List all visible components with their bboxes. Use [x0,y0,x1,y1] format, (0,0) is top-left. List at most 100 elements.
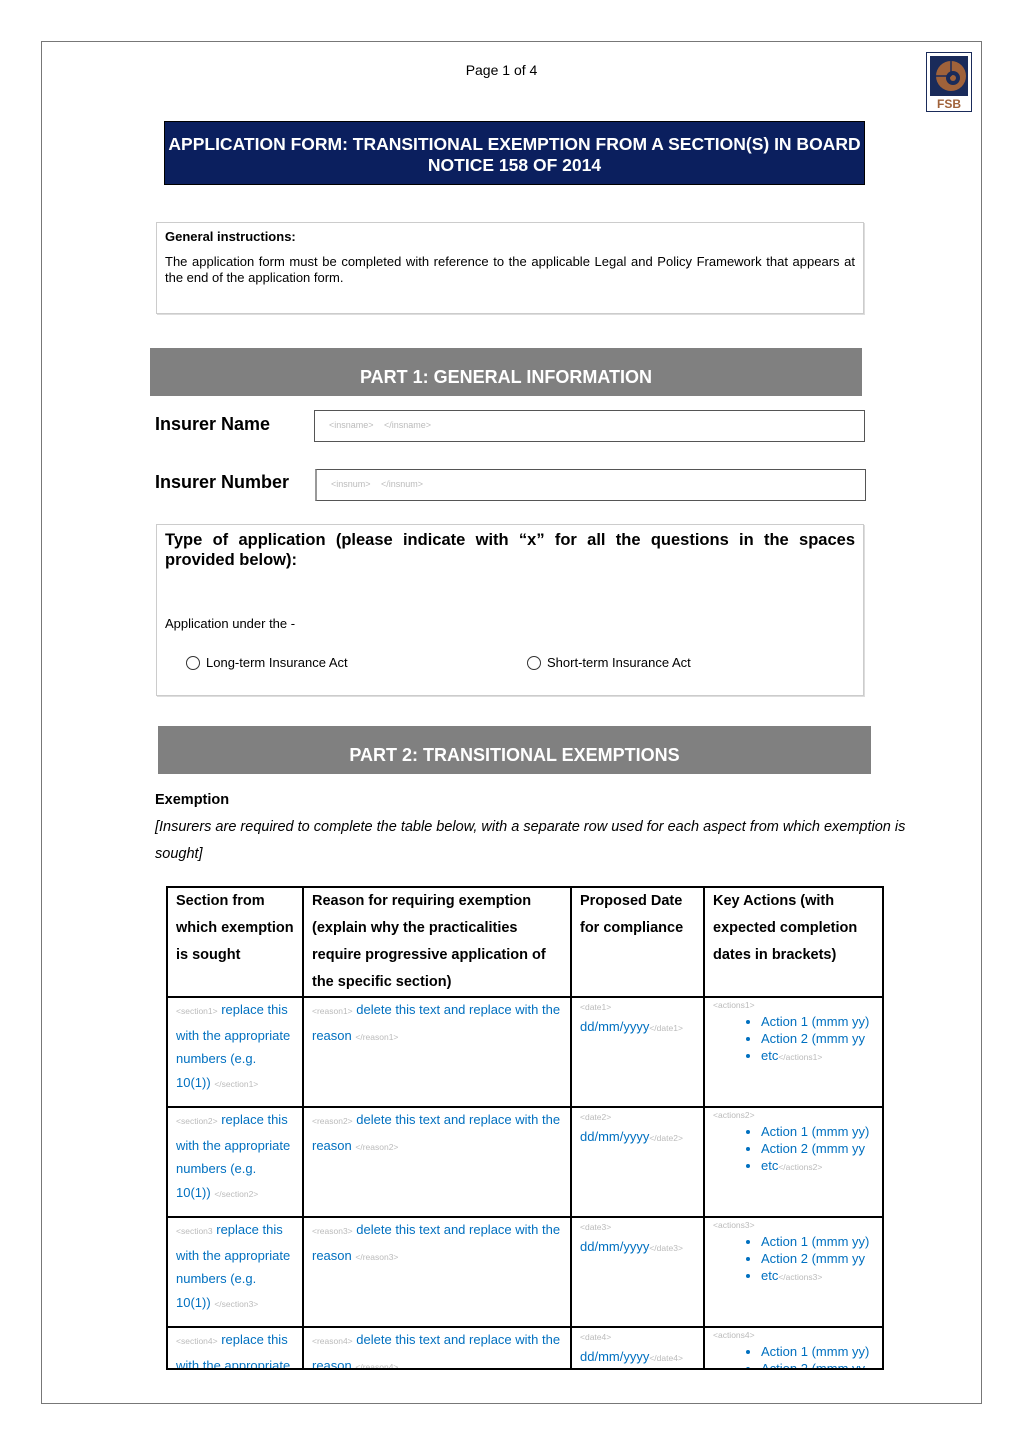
action-item: Action 1 (mmm yy) [761,1344,874,1360]
tag-marker: </date1> [649,1023,683,1033]
instructions-heading: General instructions: [165,229,296,244]
tag-marker: <actions1> [713,1000,755,1010]
tag-marker: <reason2> [312,1116,353,1126]
actions-cell[interactable]: <actions3> Action 1 (mmm yy) Action 2 (mmm… [703,1216,884,1328]
action-item: Action 2 (mmm yy [761,1251,874,1267]
date-cell[interactable]: <date3> dd/mm/yyyy</date3> [570,1216,705,1328]
action-item: etc</actions2> [761,1158,874,1175]
section-cell[interactable]: <section2> replace this with the appropr… [166,1106,304,1218]
radio-label: Short-term Insurance Act [547,655,691,670]
tag-marker: <actions2> [713,1110,755,1120]
date-text: dd/mm/yyyy [580,1349,650,1364]
form-title: APPLICATION FORM: TRANSITIONAL EXEMPTION… [164,121,865,185]
date-cell[interactable]: <date2> dd/mm/yyyy</date2> [570,1106,705,1218]
page-number: Page 1 of 4 [465,62,538,78]
action-item: Action 1 (mmm yy) [761,1124,874,1140]
col-header-section: Section from which exemption is sought [166,886,304,998]
section-cell[interactable]: <section1> replace this with the appropr… [166,996,304,1108]
svg-text:FSB: FSB [937,97,961,111]
action-item: Action 2 (mmm yy [761,1141,874,1157]
general-instructions: General instructions: The application fo… [156,222,864,314]
date-text: dd/mm/yyyy [580,1129,650,1144]
tag-marker: <date3> [580,1222,612,1232]
insurer-name-label: Insurer Name [155,414,271,434]
tag-marker: </date3> [649,1243,683,1253]
exemption-table: Section from which exemption is sought R… [166,886,884,1370]
tag-marker: <actions4> [713,1330,755,1340]
section-cell[interactable]: <section4> replace this with the appropr… [166,1326,304,1370]
actions-cell[interactable]: <actions2> Action 1 (mmm yy) Action 2 (mmm… [703,1106,884,1218]
tag-marker: <date2> [580,1112,612,1122]
actions-list: Action 1 (mmm yy) Action 2 (mmm yyetc</ac… [713,1124,874,1175]
tag-marker: <date1> [580,1002,612,1012]
reason-cell[interactable]: <reason3> delete this text and replace w… [302,1216,572,1328]
reason-cell[interactable]: <reason1> delete this text and replace w… [302,996,572,1108]
action-text: Action 1 (mmm yy) [761,1344,870,1359]
tag-marker: <section1> [176,1006,218,1016]
tag-marker: </section1> [214,1078,259,1089]
actions-cell[interactable]: <actions4> Action 1 (mmm yy) Action 2 (mmm… [703,1326,884,1370]
date-text: dd/mm/yyyy [580,1239,650,1254]
action-text: etc [761,1268,779,1283]
tag-marker: </section2> [214,1188,259,1199]
col-header-actions: Key Actions (with expected completion da… [703,886,884,998]
tag-marker: </date4> [649,1353,683,1363]
tag-marker: <date4> [580,1332,612,1342]
section-cell[interactable]: <section3 replace this with the appropri… [166,1216,304,1328]
action-item: etc</actions3> [761,1268,874,1285]
action-text: etc [761,1048,779,1063]
action-text: Action 2 (mmm yy [761,1031,866,1046]
actions-list: Action 1 (mmm yy) Action 2 (mmm yy etc</ac… [713,1014,874,1065]
date-cell[interactable]: <date1> dd/mm/yyyy</date1> [570,996,705,1108]
action-text: Action 1 (mmm yy) [761,1234,870,1249]
application-type-section: Type of application (please indicate wit… [156,524,864,696]
date-cell[interactable]: <date4> dd/mm/yyyy</date4> [570,1326,705,1370]
table-row: <section1> replace this with the appropr… [166,996,884,1108]
exemption-heading: Exemption [155,792,230,808]
fsb-logo: FSB [926,52,972,112]
radio-label: Long-term Insurance Act [206,655,348,670]
insurer-name-field[interactable]: <insname> </insname> [314,410,865,442]
table-row: <section3 replace this with the appropri… [166,1216,884,1328]
tag-marker: </actions1> [778,1052,823,1062]
tag-marker: </actions2> [778,1162,823,1172]
exemption-note: [Insurers are required to complete the t… [155,819,906,862]
radio-circle-icon[interactable] [186,655,200,670]
part1-header: PART 1: GENERAL INFORMATION [150,348,862,396]
action-text: Action 2 (mmm yy [761,1361,865,1367]
radio-long-term[interactable]: Long-term Insurance Act [186,655,348,670]
reason-cell[interactable]: <reason2> delete this text and replace w… [302,1106,572,1218]
instructions-text: The application form must be completed w… [165,254,855,285]
actions-list: Action 1 (mmm yy)Action 2 (mmm yyetc</ac… [713,1344,874,1367]
actions-cell[interactable]: <actions1> Action 1 (mmm yy) Action 2 (mmm… [703,996,884,1108]
tag-marker: </reason4> [355,1361,399,1368]
tag-marker: </section3> [214,1298,259,1309]
col-header-date: Proposed Date for compliance [570,886,705,998]
insurer-number-field[interactable]: <insnum> </insnum> [315,469,866,501]
tag-marker: <reason3> [312,1226,353,1236]
radio-circle-icon[interactable] [527,655,541,670]
tag-marker: <section2> [176,1116,218,1126]
date-text: dd/mm/yyyy [580,1019,650,1034]
insurer-number-label: Insurer Number [155,472,290,492]
actions-list: Action 1 (mmm yy) Action 2 (mmm yyetc</ac… [713,1234,874,1285]
radio-short-term[interactable]: Short-term Insurance Act [527,655,691,670]
table-row: <section2> replace this with the appropr… [166,1106,884,1218]
tag-marker: </date2> [649,1133,683,1143]
tag-marker: </reason3> [355,1251,399,1262]
action-text: Action 1 (mmm yy) [761,1014,870,1029]
tag-marker: </reason2> [355,1141,399,1152]
action-item: etc</actions1> [761,1048,874,1065]
tag-marker: <reason4> [312,1336,353,1346]
application-under-label: Application under the - [165,616,296,631]
document-page: Page 1 of 4 FSB APPLICATION FORM: TRANSI… [0,0,1020,1443]
col-header-reason: Reason for requiring exemption (explain … [302,886,572,998]
action-text: Action 1 (mmm yy) [761,1124,870,1139]
tag-marker: <reason1> [312,1006,353,1016]
action-text: etc [761,1158,779,1173]
tag-marker: </reason1> [355,1031,399,1042]
tag-marker: <actions3> [713,1220,755,1230]
type-question: Type of application (please indicate wit… [165,531,855,569]
reason-cell[interactable]: <reason4> delete this text and replace w… [302,1326,572,1370]
action-item: Action 1 (mmm yy) [761,1014,874,1030]
